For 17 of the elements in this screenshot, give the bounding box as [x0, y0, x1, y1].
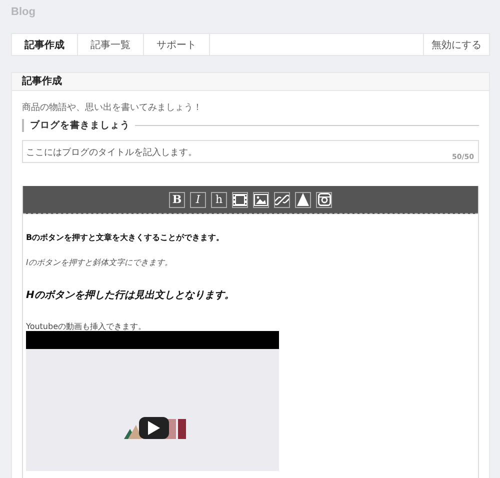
film-icon[interactable]	[232, 192, 248, 208]
format-button[interactable]: h	[211, 192, 227, 208]
image-icon[interactable]	[253, 192, 269, 208]
intro-text: 商品の物語や、思い出を書いてみましょう！	[22, 102, 203, 115]
play-icon[interactable]	[139, 417, 169, 439]
camera-icon[interactable]	[316, 192, 332, 208]
italic-text: Iのボタンを押すと斜体文字にできます。	[26, 257, 174, 269]
heading-text: Hのボタンを押した行は見出文しとなります。	[26, 288, 236, 303]
panel-title: 記事作成	[12, 73, 489, 91]
format-button[interactable]: B	[169, 192, 185, 208]
format-button[interactable]: I	[190, 192, 206, 208]
section-heading: ブログを書きましょう	[30, 119, 130, 132]
bold-text: Bのボタンを押すと文章を大きくすることができます。	[26, 232, 226, 244]
body-text: Youtubeの動画も挿入できます。	[26, 321, 147, 331]
page-title: Blog	[11, 6, 36, 20]
tent-icon[interactable]	[295, 192, 311, 208]
link-icon[interactable]	[274, 192, 290, 208]
